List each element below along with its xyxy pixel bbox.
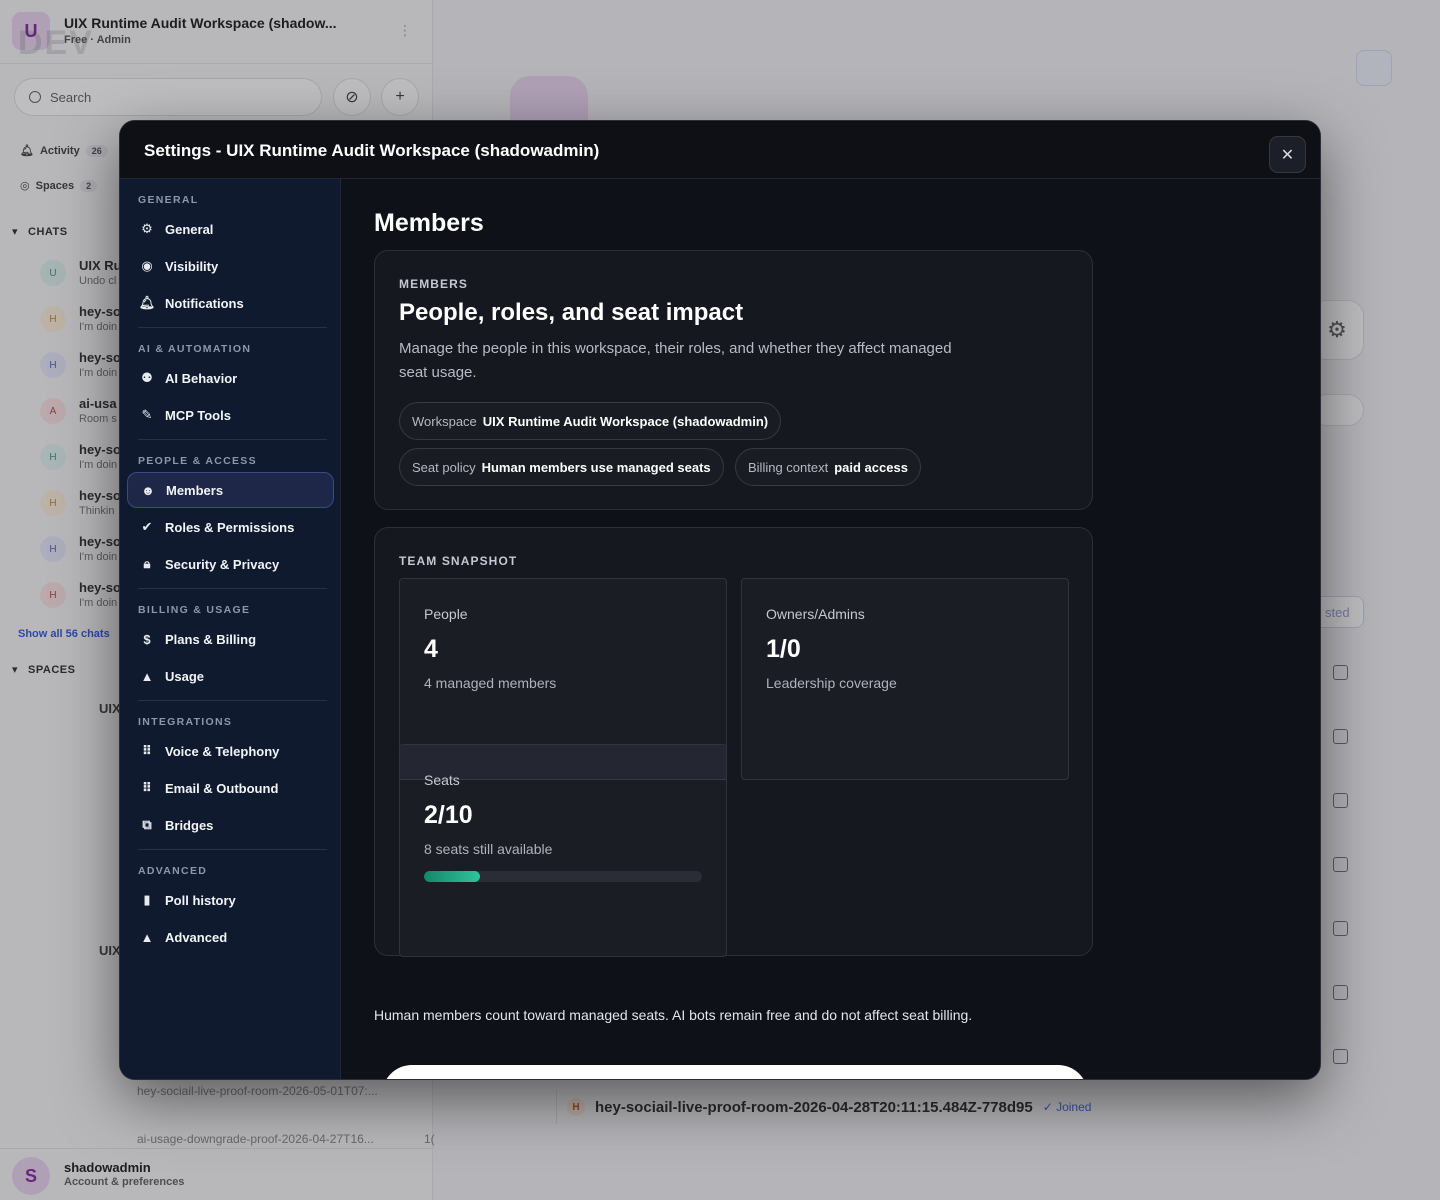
sidebar-item-notifications[interactable]: 🔔︎ Notifications — [127, 285, 334, 321]
stat-value: 1/0 — [766, 635, 801, 663]
bridge-icon: ⧉ — [142, 817, 152, 832]
sidebar-item-label: Voice & Telephony — [165, 743, 280, 759]
stat-value: 2/10 — [424, 801, 473, 829]
sidebar-item-label: Advanced — [165, 929, 228, 945]
sidebar-item-label: AI Behavior — [165, 370, 238, 386]
stat-subtitle: 4 managed members — [424, 675, 557, 691]
close-icon: ✕ — [1280, 146, 1295, 164]
chip-key: Workspace — [412, 413, 477, 429]
close-button[interactable]: ✕ — [1269, 136, 1306, 173]
robot-icon: ⚉ — [141, 370, 153, 385]
sidebar-item-voice[interactable]: ⠿ Voice & Telephony — [127, 733, 334, 769]
sidebar-item-label: Plans & Billing — [165, 631, 257, 647]
sidebar-item-label: Bridges — [165, 817, 214, 833]
stat-label: Owners/Admins — [766, 606, 865, 622]
sidebar-group-label: PEOPLE & ACCESS — [138, 455, 257, 467]
team-snapshot-card: TEAM SNAPSHOT People 4 4 managed members… — [374, 527, 1093, 957]
seats-stat: Seats 2/10 8 seats still available — [399, 744, 727, 957]
sidebar-item-plans[interactable]: $ Plans & Billing — [127, 621, 334, 657]
sidebar-item-label: Poll history — [165, 892, 236, 908]
stat-label: People — [424, 606, 468, 622]
chip-value: UIX Runtime Audit Workspace (shadowadmin… — [482, 413, 769, 429]
owners-admins-stat: Owners/Admins 1/0 Leadership coverage — [741, 578, 1069, 780]
card-description: Manage the people in this workspace, the… — [399, 340, 952, 381]
card-heading: People, roles, and seat impact — [399, 299, 744, 326]
sidebar-divider — [138, 588, 327, 589]
sidebar-item-advanced[interactable]: ▲ Advanced — [127, 919, 334, 955]
sidebar-item-usage[interactable]: ▲ Usage — [127, 658, 334, 694]
settings-content: Members MEMBERS People, roles, and seat … — [342, 179, 1320, 1079]
seat-usage-bar — [424, 871, 702, 882]
members-table-panel — [382, 1065, 1088, 1079]
stat-subtitle: Leadership coverage — [766, 675, 897, 691]
sidebar-divider — [138, 439, 327, 440]
sidebar-divider — [138, 849, 327, 850]
bar-chart-icon: ▮ — [143, 892, 151, 907]
sidebar-item-label: Security & Privacy — [165, 556, 280, 572]
sidebar-item-label: Members — [166, 482, 224, 498]
seat-policy-chip: Seat policy Human members use managed se… — [399, 448, 724, 486]
sidebar-item-label: Visibility — [165, 258, 219, 274]
warning-icon: ▲ — [140, 929, 154, 945]
sidebar-item-label: General — [165, 221, 214, 237]
gear-icon: ⚙ — [141, 221, 153, 236]
sidebar-group-label: BILLING & USAGE — [138, 604, 251, 616]
sidebar-item-email[interactable]: ⠿ Email & Outbound — [127, 770, 334, 806]
sidebar-item-label: Usage — [165, 668, 205, 684]
sidebar-item-label: Notifications — [165, 295, 244, 311]
sidebar-item-visibility[interactable]: ◉ Visibility — [127, 248, 334, 284]
badge-check-icon: ✔ — [141, 519, 153, 534]
sidebar-item-general[interactable]: ⚙ General — [127, 211, 334, 247]
chip-key: Seat policy — [412, 459, 476, 475]
sidebar-group-label: ADVANCED — [138, 865, 208, 877]
sidebar-item-mcp-tools[interactable]: ✎ MCP Tools — [127, 397, 334, 433]
seat-billing-note: Human members count toward managed seats… — [374, 1007, 973, 1023]
sidebar-group-label: AI & AUTOMATION — [138, 343, 252, 355]
sidebar-item-label: MCP Tools — [165, 407, 231, 423]
sidebar-divider — [138, 700, 327, 701]
dial-grid-icon: ⠿ — [141, 743, 153, 758]
members-icon: ☻ — [141, 482, 155, 498]
sidebar-divider — [138, 327, 327, 328]
members-card: MEMBERS People, roles, and seat impact M… — [374, 250, 1093, 510]
stat-subtitle: 8 seats still available — [424, 841, 553, 857]
page-title: Members — [374, 209, 484, 237]
sidebar-item-label: Roles & Permissions — [165, 519, 295, 535]
pencil-icon: ✎ — [141, 407, 153, 422]
invoice-icon: $ — [143, 631, 151, 647]
sidebar-item-label: Email & Outbound — [165, 780, 279, 796]
sidebar-item-security[interactable]: 🔒︎ Security & Privacy — [127, 546, 334, 582]
stat-label: Seats — [424, 772, 460, 788]
sidebar-group-label: INTEGRATIONS — [138, 716, 233, 728]
chip-key: Billing context — [748, 459, 829, 475]
modal-header: Settings - UIX Runtime Audit Workspace (… — [120, 121, 1320, 179]
chip-value: Human members use managed seats — [481, 459, 711, 475]
sidebar-item-poll[interactable]: ▮ Poll history — [127, 882, 334, 918]
dial-grid-icon: ⠿ — [141, 780, 153, 795]
card-eyebrow: TEAM SNAPSHOT — [399, 554, 518, 568]
seat-usage-fill — [424, 871, 480, 882]
warning-icon: ▲ — [140, 668, 154, 684]
lock-icon: 🔒︎ — [143, 556, 151, 571]
sidebar-item-bridges[interactable]: ⧉ Bridges — [127, 807, 334, 843]
settings-modal: Settings - UIX Runtime Audit Workspace (… — [119, 120, 1321, 1080]
sidebar-item-ai-behavior[interactable]: ⚉ AI Behavior — [127, 360, 334, 396]
eye-icon: ◉ — [141, 258, 153, 273]
sidebar-item-roles[interactable]: ✔ Roles & Permissions — [127, 509, 334, 545]
sidebar-item-members[interactable]: ☻ Members — [127, 472, 334, 508]
sidebar-group-label: GENERAL — [138, 194, 199, 206]
bell-icon: 🔔︎ — [138, 295, 156, 310]
billing-context-chip: Billing context paid access — [735, 448, 921, 486]
stat-value: 4 — [424, 635, 438, 663]
workspace-chip: Workspace UIX Runtime Audit Workspace (s… — [399, 402, 782, 440]
chip-value: paid access — [834, 459, 908, 475]
settings-sidebar: GENERAL ⚙ General ◉ Visibility 🔔︎ Notification… — [120, 179, 341, 1079]
modal-title: Settings - UIX Runtime Audit Workspace (… — [144, 141, 600, 160]
card-eyebrow: MEMBERS — [399, 277, 469, 291]
